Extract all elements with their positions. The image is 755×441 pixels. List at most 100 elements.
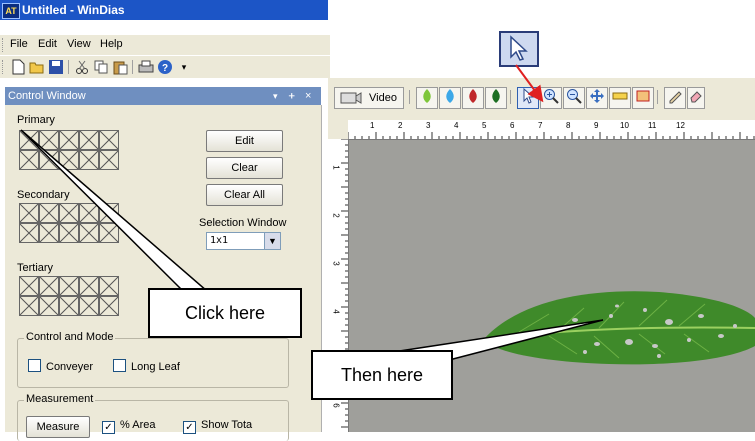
selection-cell[interactable] bbox=[19, 150, 39, 170]
selection-cell[interactable] bbox=[59, 130, 79, 150]
measurement-group: Measurement Measure ✓ % Area ✓ Show Tota bbox=[17, 393, 289, 441]
selection-cell[interactable] bbox=[79, 296, 99, 316]
toolbar-separator bbox=[657, 90, 658, 104]
selection-cell[interactable] bbox=[99, 223, 119, 243]
selection-cell[interactable] bbox=[99, 203, 119, 223]
floating-pointer-callout bbox=[499, 31, 539, 67]
selection-cell[interactable] bbox=[79, 203, 99, 223]
edit-button[interactable]: Edit bbox=[206, 130, 283, 152]
selection-cell[interactable] bbox=[39, 130, 59, 150]
zoom-out-icon[interactable] bbox=[563, 87, 585, 109]
pan-icon[interactable] bbox=[586, 87, 608, 109]
toolbar-separator bbox=[510, 90, 511, 104]
ruler-label: 5 bbox=[482, 121, 487, 130]
chevron-down-icon[interactable]: ▼ bbox=[264, 233, 280, 249]
checkbox-box[interactable] bbox=[113, 359, 126, 372]
help-icon[interactable]: ? bbox=[157, 59, 173, 75]
area-label: % Area bbox=[120, 419, 156, 431]
selection-cell[interactable] bbox=[59, 223, 79, 243]
viewer-toolbar: Video bbox=[328, 78, 755, 114]
leaf-red-icon[interactable] bbox=[462, 87, 484, 109]
main-toolbar: ? ▾ bbox=[0, 56, 330, 78]
pin-icon[interactable]: ᚐ bbox=[289, 87, 294, 105]
selection-cell[interactable] bbox=[19, 223, 39, 243]
primary-label: Primary bbox=[17, 114, 55, 126]
checkbox-box[interactable]: ✓ bbox=[183, 421, 196, 434]
eraser-icon[interactable] bbox=[687, 87, 705, 109]
selection-cell[interactable] bbox=[39, 296, 59, 316]
selection-cell[interactable] bbox=[99, 130, 119, 150]
selection-cell[interactable] bbox=[39, 276, 59, 296]
control-mode-group: Control and Mode Conveyer Long Leaf bbox=[17, 331, 289, 388]
leaf-darkgreen-icon[interactable] bbox=[485, 87, 507, 109]
pointer-icon[interactable] bbox=[517, 87, 539, 109]
conveyer-checkbox[interactable]: Conveyer bbox=[28, 359, 93, 373]
ruler-label: 11 bbox=[648, 121, 657, 130]
selection-cell[interactable] bbox=[99, 150, 119, 170]
close-icon[interactable]: × bbox=[305, 87, 311, 105]
selection-cell[interactable] bbox=[59, 150, 79, 170]
checkbox-box[interactable] bbox=[28, 359, 41, 372]
ruler-label: 1 bbox=[331, 165, 341, 170]
title-bar: AT Untitled - WinDias bbox=[0, 0, 328, 20]
leaf-blue-icon[interactable] bbox=[439, 87, 461, 109]
app-icon: AT bbox=[2, 3, 20, 19]
open-icon[interactable] bbox=[29, 59, 45, 75]
selection-cell[interactable] bbox=[99, 296, 119, 316]
selection-cell[interactable] bbox=[39, 223, 59, 243]
selection-cell[interactable] bbox=[79, 276, 99, 296]
selection-cell[interactable] bbox=[19, 130, 39, 150]
show-total-label: Show Tota bbox=[201, 419, 253, 431]
control-mode-legend: Control and Mode bbox=[24, 331, 116, 343]
menu-help[interactable]: Help bbox=[100, 38, 123, 50]
ruler-icon[interactable] bbox=[609, 87, 631, 109]
toolbar-separator bbox=[132, 60, 133, 74]
measure-button[interactable]: Measure bbox=[26, 416, 90, 438]
selection-cell[interactable] bbox=[19, 296, 39, 316]
selection-cell[interactable] bbox=[39, 203, 59, 223]
zoom-in-icon[interactable] bbox=[540, 87, 562, 109]
ruler-label: 1 bbox=[370, 121, 375, 130]
selection-cell[interactable] bbox=[59, 276, 79, 296]
selection-cell[interactable] bbox=[99, 276, 119, 296]
save-icon[interactable] bbox=[48, 59, 64, 75]
ruler-ticks bbox=[348, 132, 755, 139]
ruler-label: 4 bbox=[454, 121, 459, 130]
toolbar-overflow-icon[interactable]: ▾ bbox=[176, 59, 192, 75]
ruler-label: 12 bbox=[676, 121, 685, 130]
leaf-green-icon[interactable] bbox=[416, 87, 438, 109]
then-here-callout: Then here bbox=[311, 350, 453, 400]
copy-icon[interactable] bbox=[93, 59, 109, 75]
menu-file[interactable]: File bbox=[10, 38, 28, 50]
horizontal-ruler: 1 2 3 4 5 6 7 8 9 10 11 12 bbox=[348, 120, 755, 140]
menu-edit[interactable]: Edit bbox=[38, 38, 57, 50]
paste-icon[interactable] bbox=[112, 59, 128, 75]
clear-all-button[interactable]: Clear All bbox=[206, 184, 283, 206]
video-label: Video bbox=[369, 92, 397, 104]
selection-cell[interactable] bbox=[79, 150, 99, 170]
selection-cell[interactable] bbox=[19, 276, 39, 296]
toolbar-separator bbox=[409, 90, 410, 104]
menu-bar: File Edit View Help bbox=[0, 35, 330, 55]
cut-icon[interactable] bbox=[74, 59, 90, 75]
ruler-label: 10 bbox=[620, 121, 629, 130]
selection-cell[interactable] bbox=[79, 130, 99, 150]
ruler-label: 4 bbox=[331, 309, 341, 314]
selection-window-select[interactable]: 1x1 ▼ bbox=[206, 232, 281, 250]
ruler-label: 3 bbox=[426, 121, 431, 130]
checkbox-box[interactable]: ✓ bbox=[102, 421, 115, 434]
video-button[interactable]: Video bbox=[334, 87, 404, 109]
selection-cell[interactable] bbox=[59, 296, 79, 316]
dropdown-icon[interactable]: ▾ bbox=[273, 87, 278, 105]
new-icon[interactable] bbox=[10, 59, 26, 75]
selection-cell[interactable] bbox=[59, 203, 79, 223]
menu-view[interactable]: View bbox=[67, 38, 91, 50]
pencil-icon[interactable] bbox=[664, 87, 686, 109]
long-leaf-checkbox[interactable]: Long Leaf bbox=[113, 359, 180, 373]
clear-button[interactable]: Clear bbox=[206, 157, 283, 179]
selection-cell[interactable] bbox=[19, 203, 39, 223]
selection-cell[interactable] bbox=[79, 223, 99, 243]
print-icon[interactable] bbox=[138, 59, 154, 75]
selection-cell[interactable] bbox=[39, 150, 59, 170]
select-region-icon[interactable] bbox=[632, 87, 654, 109]
